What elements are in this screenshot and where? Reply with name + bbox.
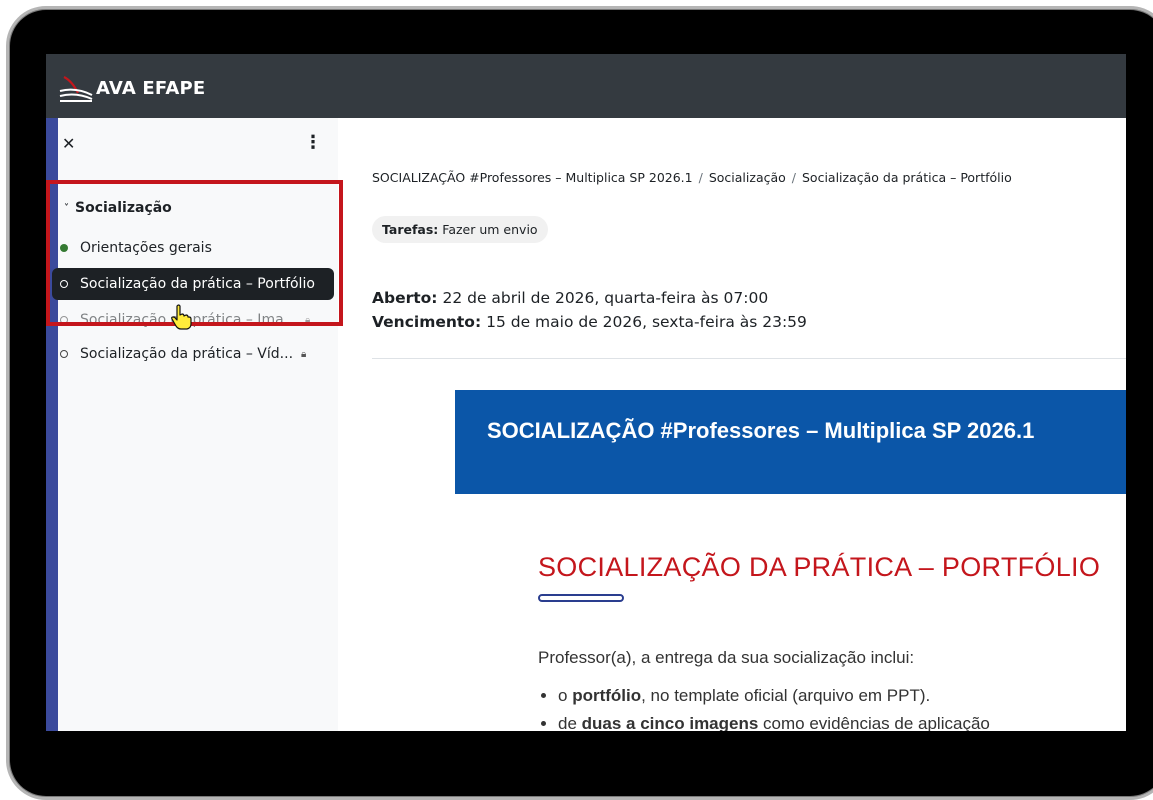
due-date: Vencimento: 15 de maio de 2026, sexta-fe… bbox=[372, 310, 807, 334]
list-text: de bbox=[558, 714, 582, 731]
breadcrumb-section[interactable]: Socialização bbox=[709, 170, 786, 185]
browser-screen: AVA EFAPE ✕ ⋮ ˅ Socialização Orientações… bbox=[46, 54, 1126, 731]
breadcrumb-separator: / bbox=[791, 170, 796, 185]
page-heading: SOCIALIZAÇÃO DA PRÁTICA – PORTFÓLIO bbox=[538, 552, 1101, 582]
list-text: , no template oficial (arquivo em PPT). bbox=[641, 686, 931, 705]
opened-value: 22 de abril de 2026, quarta-feira às 07:… bbox=[442, 289, 769, 307]
top-navbar: AVA EFAPE bbox=[46, 54, 1126, 118]
kebab-icon[interactable]: ⋮ bbox=[304, 132, 322, 153]
sidebar-item-videos[interactable]: Socialização da prática – Víd... 🔒︎ bbox=[58, 338, 306, 370]
due-value: 15 de maio de 2026, sexta-feira às 23:59 bbox=[486, 313, 807, 331]
heading-underline bbox=[538, 594, 624, 602]
circle-status-icon bbox=[60, 316, 68, 324]
type-label: Tarefas: bbox=[382, 222, 439, 237]
requirements-list: o portfólio, no template oficial (arquiv… bbox=[538, 686, 990, 731]
section-label: Socialização bbox=[75, 200, 172, 216]
lock-icon: 🔒︎ bbox=[305, 314, 311, 326]
list-text: o bbox=[558, 686, 573, 705]
activity-dates: Aberto: 22 de abril de 2026, quarta-feir… bbox=[372, 286, 807, 334]
opened-label: Aberto: bbox=[372, 289, 438, 307]
banner-title: SOCIALIZAÇÃO #Professores – Multiplica S… bbox=[487, 418, 1035, 443]
brand-logo[interactable]: AVA EFAPE bbox=[58, 68, 205, 108]
list-item: de duas a cinco imagens como evidências … bbox=[558, 714, 990, 731]
list-bold: duas a cinco imagens bbox=[581, 714, 759, 731]
opened-date: Aberto: 22 de abril de 2026, quarta-feir… bbox=[372, 286, 807, 310]
hand-cursor-icon bbox=[171, 304, 192, 330]
course-index-drawer: ✕ ⋮ ˅ Socialização Orientações gerais So… bbox=[46, 118, 338, 731]
course-banner: SOCIALIZAÇÃO #Professores – Multiplica S… bbox=[455, 390, 1126, 494]
breadcrumb-separator: / bbox=[698, 170, 703, 185]
lock-icon: 🔒︎ bbox=[301, 348, 307, 360]
circle-status-icon bbox=[60, 280, 68, 288]
main-content: SOCIALIZAÇÃO #Professores – Multiplica S… bbox=[338, 118, 1126, 731]
intro-text: Professor(a), a entrega da sua socializa… bbox=[538, 648, 915, 667]
sidebar-item-label: Orientações gerais bbox=[80, 240, 212, 256]
activity-type-badge: Tarefas: Fazer um envio bbox=[372, 216, 548, 243]
drawer-header: ✕ ⋮ bbox=[58, 118, 338, 174]
sidebar-item-label: Socialização da prática – Víd... bbox=[80, 346, 294, 362]
list-bold: portfólio bbox=[572, 686, 642, 705]
list-item: o portfólio, no template oficial (arquiv… bbox=[558, 686, 990, 706]
circle-status-icon bbox=[60, 350, 68, 358]
breadcrumb-current: Socialização da prática – Portfólio bbox=[802, 170, 1012, 185]
close-icon[interactable]: ✕ bbox=[62, 134, 75, 153]
sidebar-item-orientacoes[interactable]: Orientações gerais bbox=[58, 232, 212, 264]
sidebar-item-portfolio[interactable]: Socialização da prática – Portfólio bbox=[52, 268, 334, 300]
ava-logo-icon bbox=[59, 76, 93, 102]
brand-name: AVA EFAPE bbox=[96, 77, 206, 99]
breadcrumb-course[interactable]: SOCIALIZAÇÃO #Professores – Multiplica S… bbox=[372, 170, 693, 185]
section-socializacao[interactable]: ˅ Socialização bbox=[64, 200, 172, 216]
due-label: Vencimento: bbox=[372, 313, 482, 331]
type-value: Fazer um envio bbox=[442, 222, 538, 237]
complete-status-icon bbox=[60, 244, 68, 252]
chevron-down-icon: ˅ bbox=[64, 202, 69, 214]
sidebar-item-label: Socialização da prática – Portfólio bbox=[80, 276, 315, 292]
breadcrumb: SOCIALIZAÇÃO #Professores – Multiplica S… bbox=[372, 170, 1012, 185]
list-text: como evidências de aplicação bbox=[758, 714, 990, 731]
divider bbox=[372, 358, 1126, 359]
